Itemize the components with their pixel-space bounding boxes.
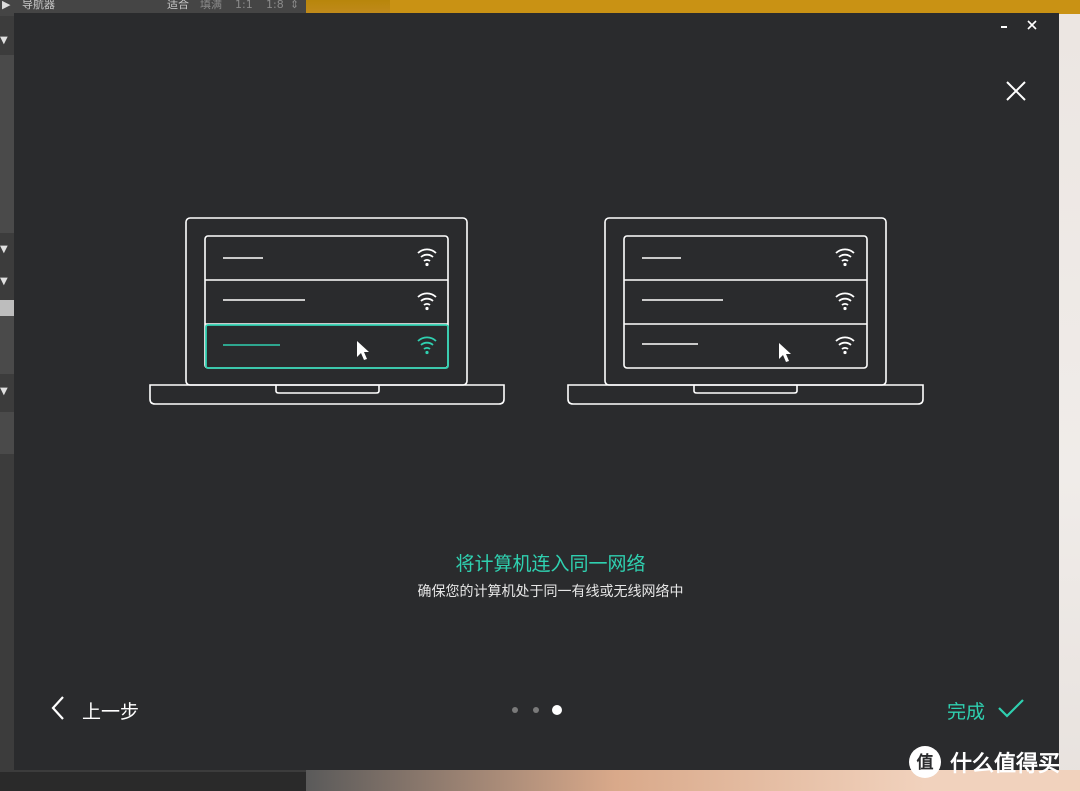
panel-band-light — [0, 300, 14, 316]
expand-arrow-icon[interactable]: ▶ — [2, 0, 10, 13]
chevron-left-icon — [50, 695, 66, 725]
collapse-arrow-icon[interactable]: ▼ — [0, 276, 8, 287]
zoom-1-8-option[interactable]: 1:8 — [266, 0, 284, 13]
collapse-arrow-icon[interactable]: ▼ — [0, 35, 8, 46]
panel-band — [0, 316, 14, 374]
back-button[interactable]: 上一步 — [50, 695, 139, 725]
background-bottom-bar — [0, 772, 306, 791]
selected-network-row — [205, 324, 449, 369]
wifi-icon — [835, 248, 855, 268]
navigator-label: 导航器 — [22, 0, 55, 11]
page-dot-3-active[interactable] — [552, 705, 562, 715]
network-illustration — [149, 217, 924, 405]
collapse-arrow-icon[interactable]: ▼ — [0, 386, 8, 397]
wizard-dialog: 将计算机连入同一网络 确保您的计算机处于同一有线或无线网络中 上一步 完成 — [14, 13, 1059, 770]
wifi-icon — [417, 248, 437, 268]
checkmark-icon — [997, 697, 1025, 723]
zoom-fill-option[interactable]: 填满 — [200, 0, 222, 13]
cursor-icon — [357, 341, 369, 360]
page-dot-2[interactable] — [533, 707, 539, 713]
done-button[interactable]: 完成 — [947, 695, 1025, 725]
wifi-icon — [417, 292, 437, 312]
panel-band — [0, 412, 14, 454]
done-label: 完成 — [947, 700, 986, 723]
collapse-arrow-icon[interactable]: ▼ — [0, 244, 8, 255]
watermark-text: 什么值得买 — [950, 752, 1061, 777]
zoom-stepper-icon[interactable]: ⇕ — [290, 0, 299, 13]
laptop-illustration — [567, 217, 924, 405]
wifi-icon — [835, 336, 855, 356]
svg-text:值: 值 — [917, 752, 934, 773]
step-title: 将计算机连入同一网络 — [455, 553, 646, 575]
zoom-fit-option[interactable]: 适合 — [167, 0, 189, 13]
watermark-logo: 值 — [909, 746, 941, 778]
watermark: 值 什么值得买 — [908, 745, 1060, 779]
page-dot-1[interactable] — [512, 707, 518, 713]
wifi-icon — [417, 336, 437, 356]
zoom-1-1-option[interactable]: 1:1 — [235, 0, 253, 13]
panel-band — [0, 55, 14, 233]
cursor-icon — [779, 343, 791, 362]
step-subtitle: 确保您的计算机处于同一有线或无线网络中 — [417, 584, 684, 600]
back-label: 上一步 — [82, 700, 140, 723]
photo-strip — [390, 0, 1080, 14]
laptop-illustration — [149, 217, 505, 405]
wifi-icon — [835, 292, 855, 312]
